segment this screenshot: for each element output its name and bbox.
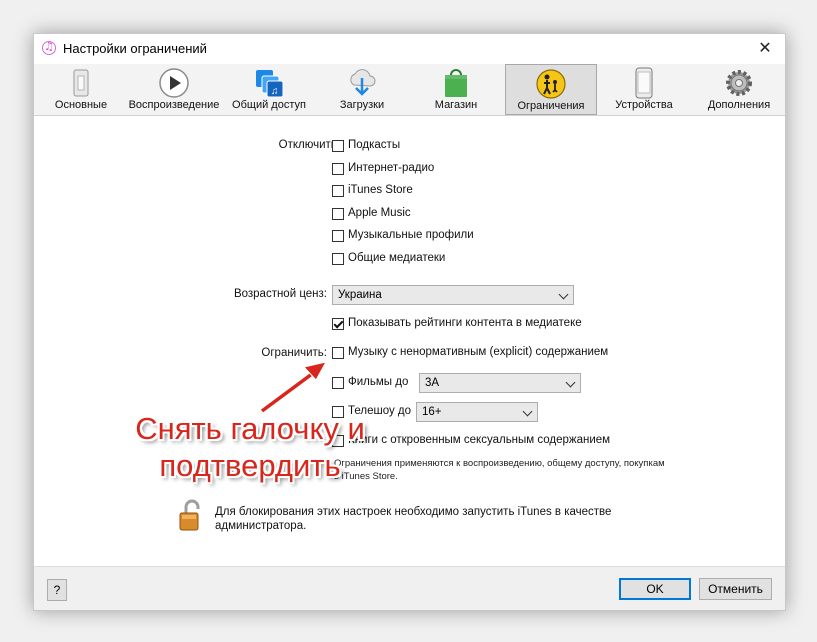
annotation-line: Снять галочку и <box>135 411 365 446</box>
annotation-text: Снять галочку и подтвердить <box>120 410 380 484</box>
annotation-arrow <box>260 361 327 414</box>
annotation-line: подтвердить <box>159 448 341 483</box>
